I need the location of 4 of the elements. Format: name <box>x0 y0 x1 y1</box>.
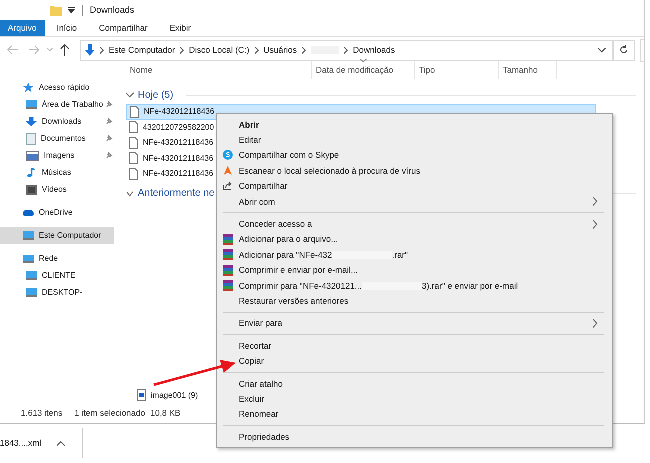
status-text: 1 item selecionado <box>74 408 146 418</box>
status-text: 10,8 KB <box>150 408 181 418</box>
status-text: 1.613 itens <box>21 408 63 418</box>
window-title: Downloads <box>90 5 135 15</box>
